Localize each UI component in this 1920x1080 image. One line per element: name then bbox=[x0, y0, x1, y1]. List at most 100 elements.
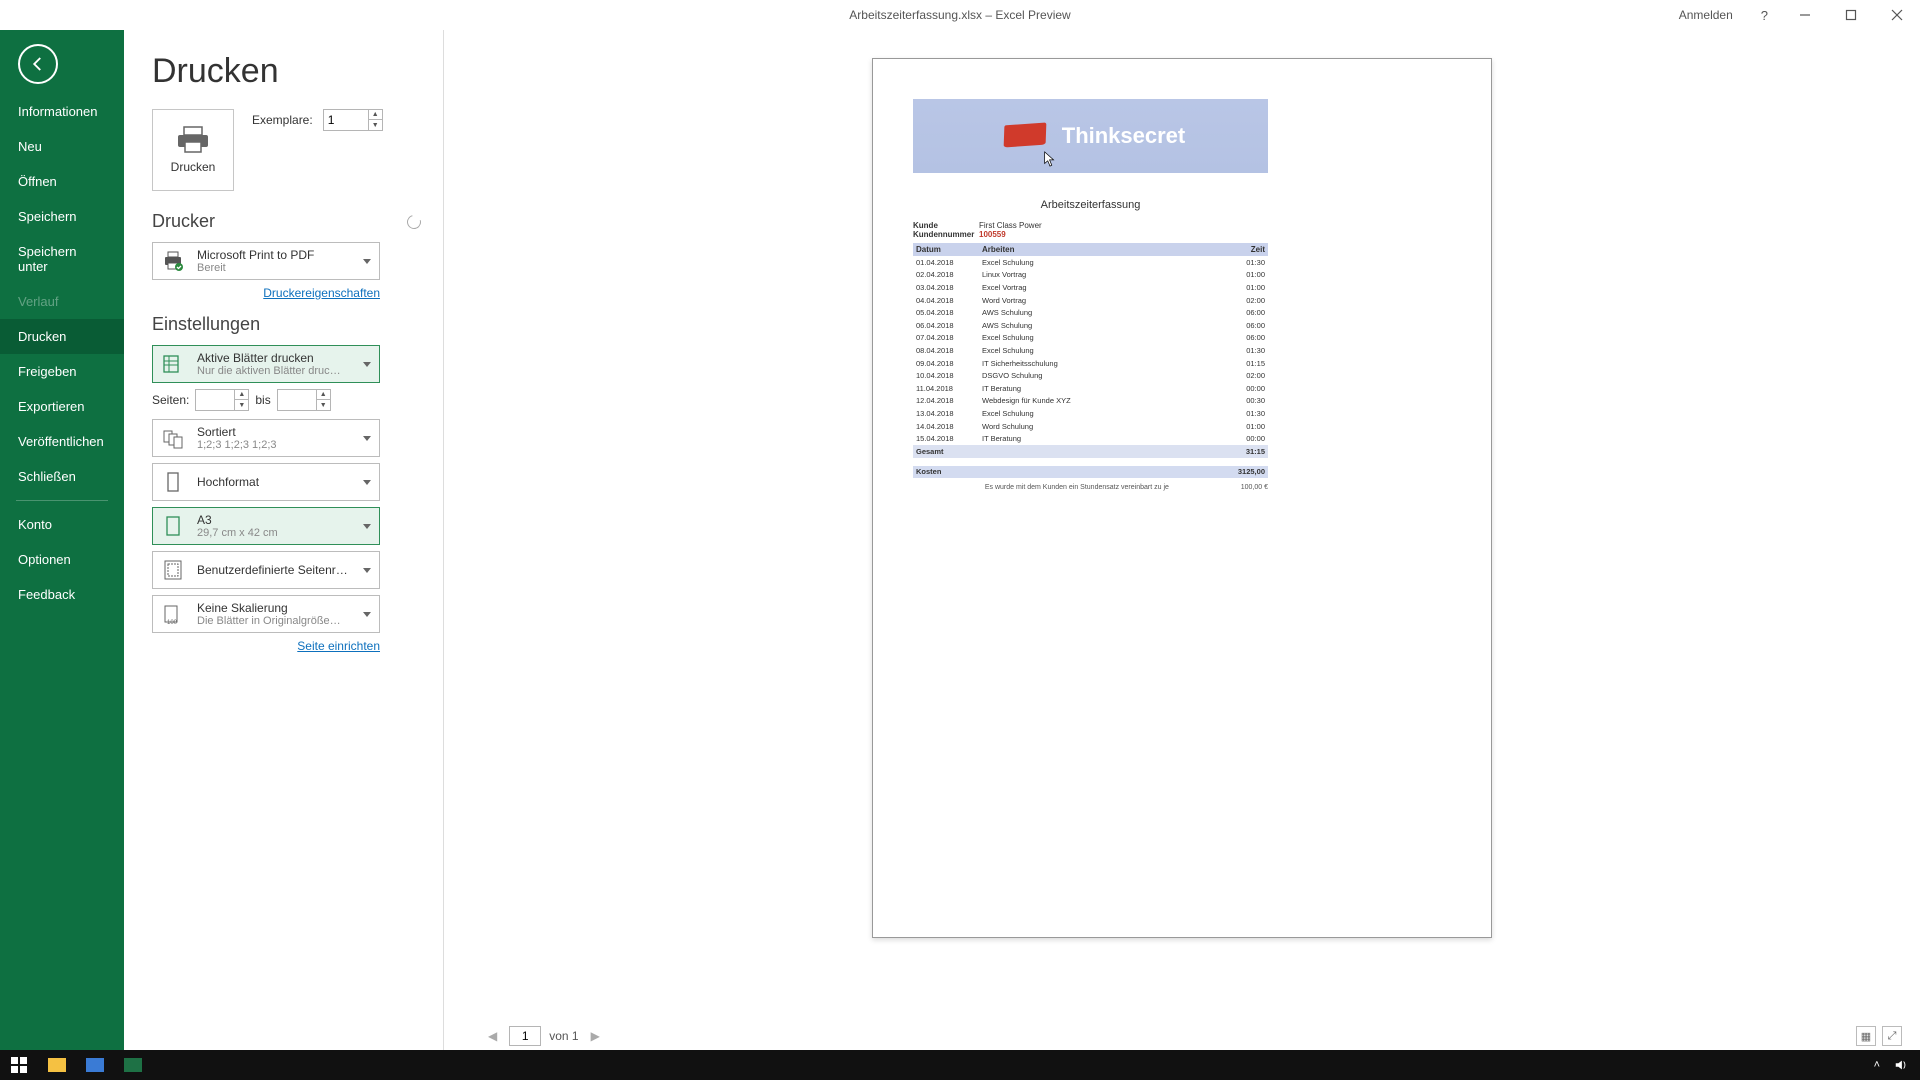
page-setup-link[interactable]: Seite einrichten bbox=[152, 639, 380, 653]
sidebar-item-feedback[interactable]: Feedback bbox=[0, 577, 124, 612]
taskbar: ˄ bbox=[0, 1050, 1920, 1080]
chevron-down-icon bbox=[363, 480, 371, 485]
cursor-icon bbox=[1043, 151, 1057, 169]
pages-to-label: bis bbox=[255, 393, 270, 407]
printer-status: Bereit bbox=[197, 262, 349, 274]
table-row: 12.04.2018Webdesign für Kunde XYZ00:30 bbox=[913, 395, 1268, 408]
zoom-to-page-button[interactable]: ⤢ bbox=[1882, 1026, 1902, 1046]
printer-name: Microsoft Print to PDF bbox=[197, 248, 349, 262]
sidebar-item-speichern-unter[interactable]: Speichern unter bbox=[0, 234, 124, 284]
table-row: 15.04.2018IT Beratung00:00 bbox=[913, 432, 1268, 445]
table-row: 14.04.2018Word Schulung01:00 bbox=[913, 420, 1268, 433]
table-row: 13.04.2018Excel Schulung01:30 bbox=[913, 407, 1268, 420]
page-number-input[interactable] bbox=[509, 1026, 541, 1046]
refresh-icon[interactable] bbox=[404, 212, 423, 231]
window-title: Arbeitszeiterfassung.xlsx – Excel Previe… bbox=[849, 8, 1070, 22]
table-row: 07.04.2018Excel Schulung06:00 bbox=[913, 332, 1268, 345]
minimize-button[interactable] bbox=[1782, 0, 1828, 30]
spinner-down-icon[interactable]: ▼ bbox=[369, 120, 382, 130]
margins-dropdown[interactable]: Benutzerdefinierte Seitenrän… bbox=[152, 551, 380, 589]
sidebar-item-freigeben[interactable]: Freigeben bbox=[0, 354, 124, 389]
printer-dropdown[interactable]: Microsoft Print to PDF Bereit bbox=[152, 242, 380, 280]
chevron-down-icon bbox=[363, 524, 371, 529]
print-button-label: Drucken bbox=[171, 160, 216, 174]
sidebar-item-konto[interactable]: Konto bbox=[0, 507, 124, 542]
margins-icon bbox=[159, 556, 187, 584]
printer-icon bbox=[159, 247, 187, 275]
help-button[interactable]: ? bbox=[1747, 8, 1782, 23]
spinner-up-icon[interactable]: ▲ bbox=[369, 110, 382, 120]
maximize-button[interactable] bbox=[1828, 0, 1874, 30]
chevron-down-icon bbox=[363, 259, 371, 264]
taskbar-app-generic[interactable] bbox=[76, 1050, 114, 1080]
next-page-button[interactable]: ▶ bbox=[587, 1029, 604, 1043]
chevron-down-icon bbox=[363, 436, 371, 441]
table-row: 02.04.2018Linux Vortrag01:00 bbox=[913, 269, 1268, 282]
logo-icon bbox=[996, 118, 1054, 154]
chevron-down-icon bbox=[363, 612, 371, 617]
start-button[interactable] bbox=[0, 1050, 38, 1080]
close-button[interactable] bbox=[1874, 0, 1920, 30]
printer-properties-link[interactable]: Druckereigenschaften bbox=[152, 286, 380, 300]
taskbar-app-explorer[interactable] bbox=[38, 1050, 76, 1080]
collation-dropdown[interactable]: Sortiert 1;2;3 1;2;3 1;2;3 bbox=[152, 419, 380, 457]
table-row: 08.04.2018Excel Schulung01:30 bbox=[913, 344, 1268, 357]
pages-label: Seiten: bbox=[152, 393, 189, 407]
table-row: 10.04.2018DSGVO Schulung02:00 bbox=[913, 369, 1268, 382]
page-navigator: ◀ von 1 ▶ bbox=[484, 1026, 604, 1046]
portrait-icon bbox=[159, 468, 187, 496]
doc-header-banner: Thinksecret bbox=[913, 99, 1268, 173]
sidebar-item-optionen[interactable]: Optionen bbox=[0, 542, 124, 577]
taskbar-app-excel[interactable] bbox=[114, 1050, 152, 1080]
scaling-dropdown[interactable]: 100 Keine Skalierung Die Blätter in Orig… bbox=[152, 595, 380, 633]
page-icon bbox=[159, 512, 187, 540]
print-button[interactable]: Drucken bbox=[152, 109, 234, 191]
doc-table: Datum Arbeiten Zeit 01.04.2018Excel Schu… bbox=[913, 243, 1268, 478]
sidebar-item-speichern[interactable]: Speichern bbox=[0, 199, 124, 234]
table-row: 09.04.2018IT Sicherheitsschulung01:15 bbox=[913, 357, 1268, 370]
preview-page: Thinksecret Arbeitszeiterfassung KundeFi… bbox=[872, 58, 1492, 938]
sidebar-item-öffnen[interactable]: Öffnen bbox=[0, 164, 124, 199]
tray-volume-icon[interactable] bbox=[1894, 1058, 1908, 1072]
tray-chevron-up-icon[interactable]: ˄ bbox=[1874, 1059, 1880, 1071]
settings-section-title: Einstellungen bbox=[152, 314, 421, 335]
paper-size-dropdown[interactable]: A3 29,7 cm x 42 cm bbox=[152, 507, 380, 545]
sidebar-item-schließen[interactable]: Schließen bbox=[0, 459, 124, 494]
sidebar-item-exportieren[interactable]: Exportieren bbox=[0, 389, 124, 424]
sidebar-item-neu[interactable]: Neu bbox=[0, 129, 124, 164]
printer-section-title: Drucker bbox=[152, 211, 215, 232]
orientation-dropdown[interactable]: Hochformat bbox=[152, 463, 380, 501]
backstage-sidebar: InformationenNeuÖffnenSpeichernSpeichern… bbox=[0, 30, 124, 1050]
back-button[interactable] bbox=[18, 44, 58, 84]
page-count-label: von 1 bbox=[549, 1029, 578, 1043]
printer-icon bbox=[176, 126, 210, 154]
table-row: 03.04.2018Excel Vortrag01:00 bbox=[913, 281, 1268, 294]
sheets-icon bbox=[159, 350, 187, 378]
copies-label: Exemplare: bbox=[252, 113, 313, 127]
copies-input[interactable] bbox=[324, 110, 368, 130]
collate-icon bbox=[159, 424, 187, 452]
print-options-pane: Drucken Drucken Exemplare: ▲▼ Drucker bbox=[124, 30, 444, 1050]
table-row: 01.04.2018Excel Schulung01:30 bbox=[913, 256, 1268, 269]
pages-from-spinner[interactable]: ▲▼ bbox=[195, 389, 249, 411]
sidebar-item-veröffentlichen[interactable]: Veröffentlichen bbox=[0, 424, 124, 459]
doc-title: Arbeitszeiterfassung bbox=[913, 199, 1268, 211]
show-margins-button[interactable]: ▦ bbox=[1856, 1026, 1876, 1046]
sidebar-item-drucken[interactable]: Drucken bbox=[0, 319, 124, 354]
scaling-icon: 100 bbox=[159, 600, 187, 628]
chevron-down-icon bbox=[363, 568, 371, 573]
signin-link[interactable]: Anmelden bbox=[1665, 8, 1747, 22]
pages-to-spinner[interactable]: ▲▼ bbox=[277, 389, 331, 411]
logo-text: Thinksecret bbox=[1062, 123, 1186, 149]
table-row: 05.04.2018AWS Schulung06:00 bbox=[913, 306, 1268, 319]
print-scope-dropdown[interactable]: Aktive Blätter drucken Nur die aktiven B… bbox=[152, 345, 380, 383]
table-row: 06.04.2018AWS Schulung06:00 bbox=[913, 319, 1268, 332]
copies-spinner[interactable]: ▲▼ bbox=[323, 109, 383, 131]
sidebar-item-verlauf: Verlauf bbox=[0, 284, 124, 319]
sidebar-item-informationen[interactable]: Informationen bbox=[0, 94, 124, 129]
prev-page-button[interactable]: ◀ bbox=[484, 1029, 501, 1043]
table-row: 04.04.2018Word Vortrag02:00 bbox=[913, 294, 1268, 307]
sidebar-separator bbox=[16, 500, 108, 501]
print-preview-area: Thinksecret Arbeitszeiterfassung KundeFi… bbox=[444, 30, 1920, 1050]
title-bar: Arbeitszeiterfassung.xlsx – Excel Previe… bbox=[0, 0, 1920, 30]
